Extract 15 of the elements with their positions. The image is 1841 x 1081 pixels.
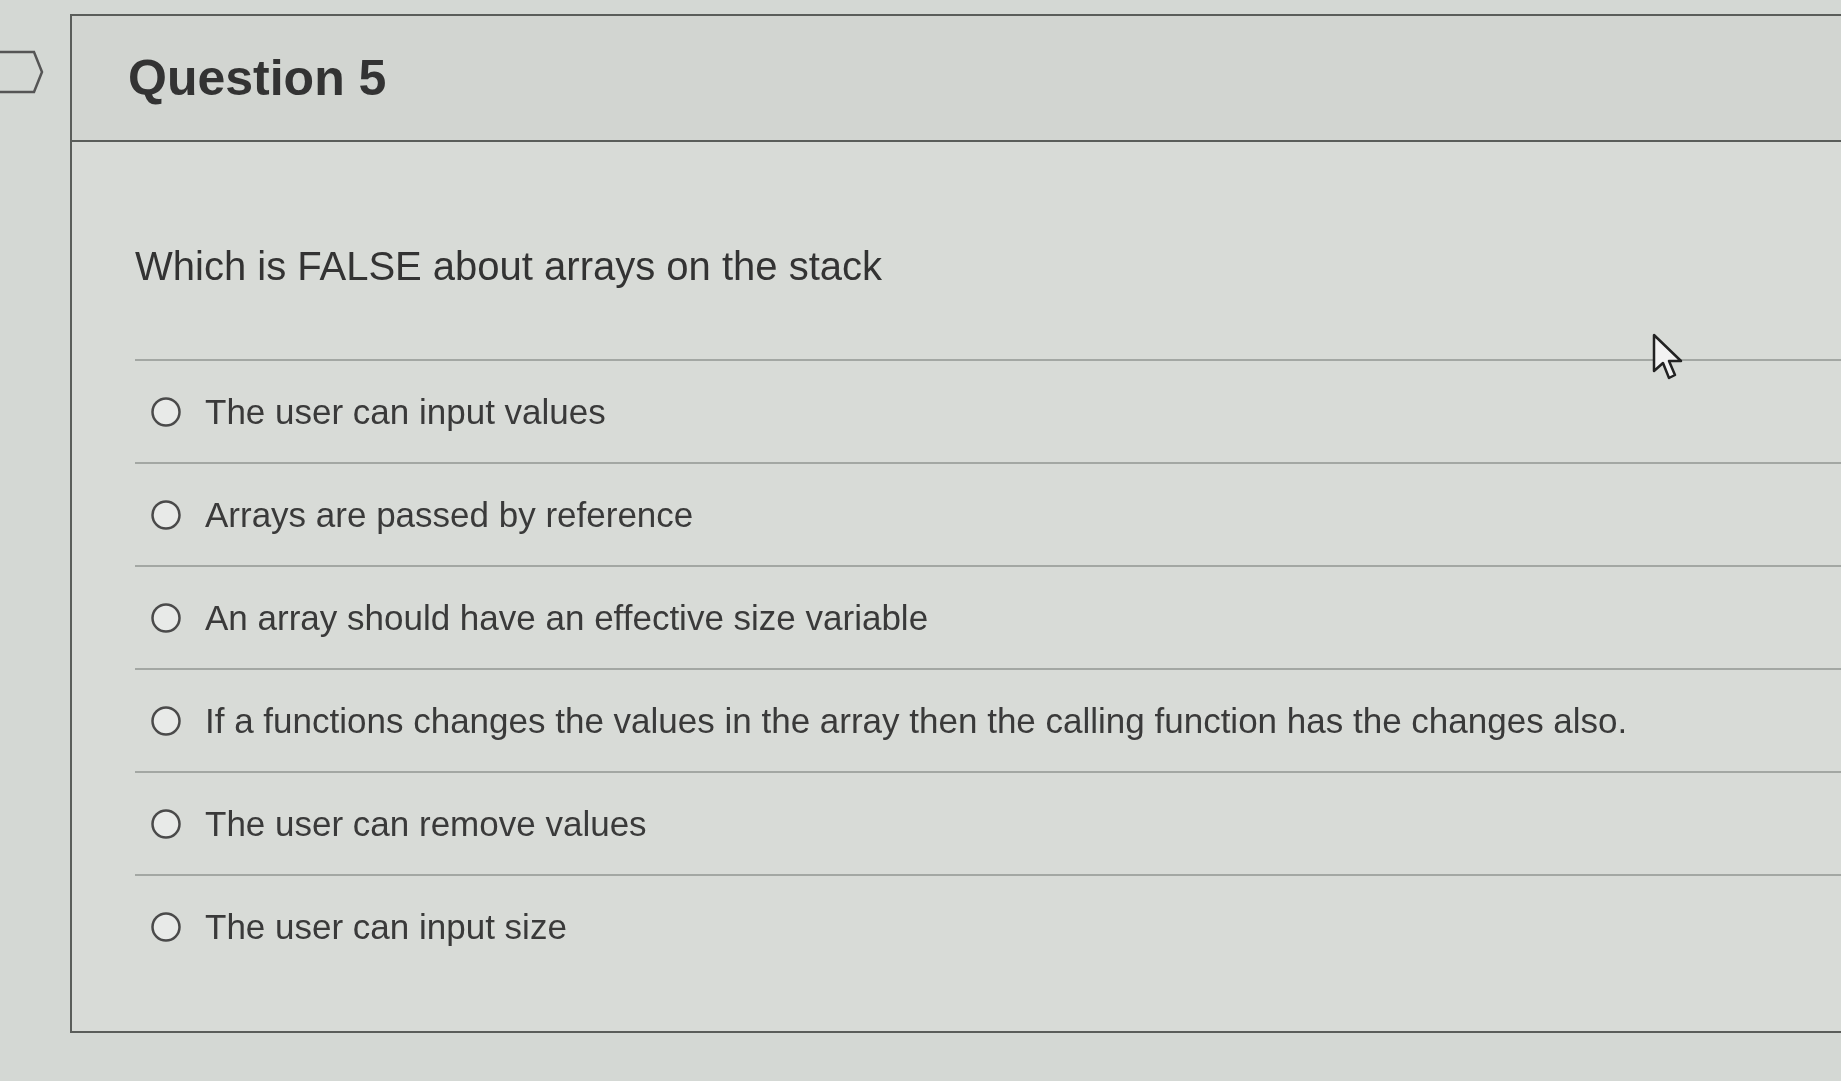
option-label[interactable]: The user can remove values [205, 803, 647, 844]
radio-button-icon[interactable] [151, 499, 181, 530]
option-label[interactable]: If a functions changes the values in the array then the calling function has the changes also. [205, 700, 1628, 741]
option-label[interactable]: The user can input size [205, 906, 567, 947]
option-label[interactable]: An array should have an effective size variable [205, 597, 929, 638]
radio-button-icon[interactable] [151, 602, 181, 633]
radio-button-icon[interactable] [151, 396, 181, 427]
radio-button-icon[interactable] [151, 705, 181, 736]
option-label[interactable]: Arrays are passed by reference [205, 494, 694, 535]
option-label[interactable]: The user can input values [205, 391, 606, 432]
radio-button-icon[interactable] [151, 911, 181, 942]
question-title: Question 5 [128, 49, 387, 107]
radio-button-icon[interactable] [151, 808, 181, 839]
tag-icon [0, 50, 44, 94]
question-text: Which is FALSE about arrays on the stack [135, 243, 882, 290]
